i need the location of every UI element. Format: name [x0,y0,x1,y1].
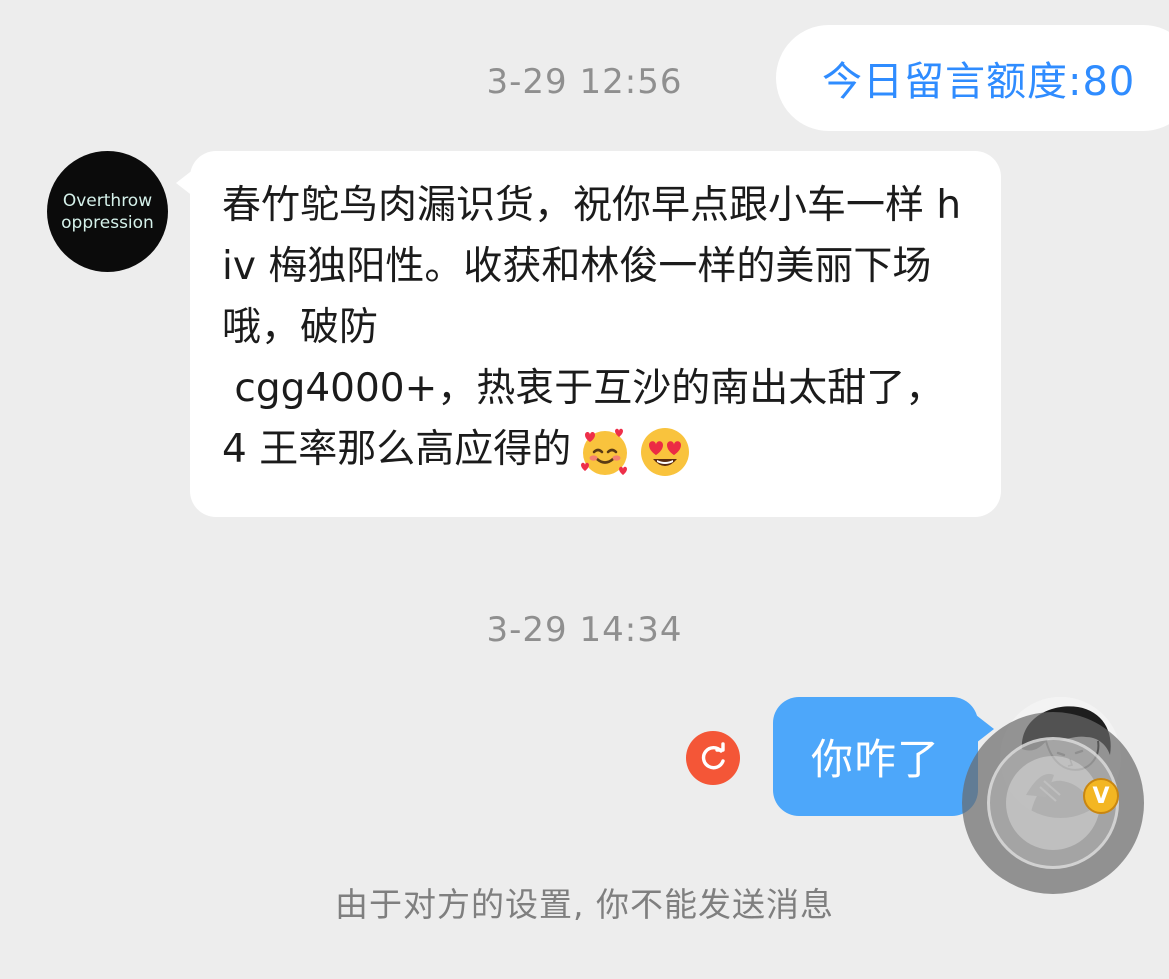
message-timestamp: 3-29 12:56 [486,62,683,102]
avatar-text: Overthrow oppression [61,190,154,233]
resend-icon[interactable] [686,731,740,785]
message-timestamp: 3-29 14:34 [486,610,683,650]
vip-badge-icon: V [1083,778,1119,814]
refresh-icon [701,742,725,770]
outgoing-message-bubble[interactable]: 你咋了 [773,697,994,816]
sender-avatar[interactable]: Overthrow oppression [47,151,168,272]
outgoing-message-text: 你咋了 [810,735,940,784]
incoming-message-text: 春竹鸵鸟肉漏识货，祝你早点跟小车一样 hiv 梅独阳性。收获和林俊一样的美丽下场… [222,175,962,480]
cannot-send-notice: 由于对方的设置, 你不能发送消息 [335,885,834,924]
smiling-face-with-hearts-icon [581,428,628,475]
heart-eyes-icon [641,427,690,476]
incoming-message-bubble[interactable]: 春竹鸵鸟肉漏识货，祝你早点跟小车一样 hiv 梅独阳性。收获和林俊一样的美丽下场… [176,151,1001,517]
